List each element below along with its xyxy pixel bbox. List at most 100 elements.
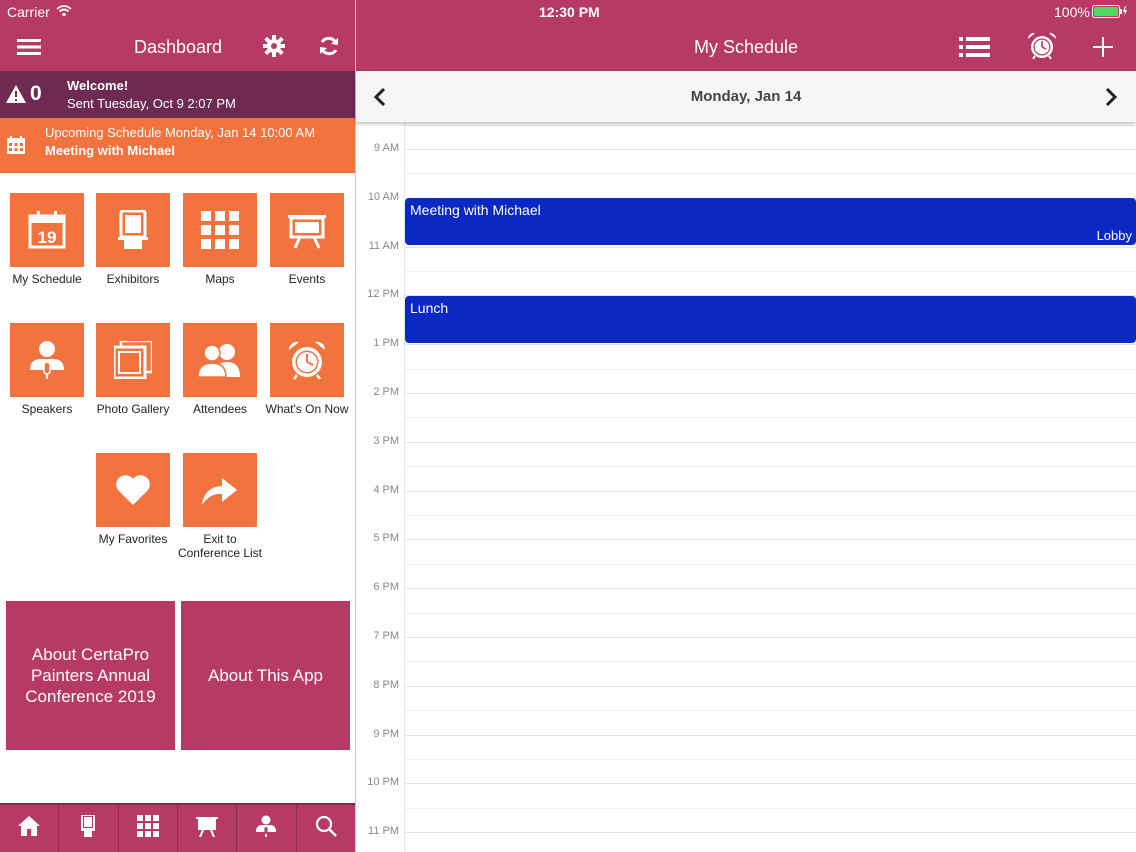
hour-gridline bbox=[404, 588, 1136, 590]
battery-percent: 100% bbox=[1054, 4, 1090, 20]
half-hour-gridline bbox=[404, 661, 1136, 663]
menu-icon[interactable] bbox=[17, 39, 41, 55]
tile-label: What's On Now bbox=[265, 402, 349, 416]
calendar-day-number: 19 bbox=[38, 228, 57, 247]
tile-speakers[interactable]: Speakers bbox=[10, 323, 84, 416]
upcoming-schedule-title: Meeting with Michael bbox=[45, 143, 176, 158]
easel-icon bbox=[196, 815, 219, 842]
hour-label: 8 PM bbox=[373, 678, 399, 691]
half-hour-gridline bbox=[404, 368, 1136, 370]
hour-gridline bbox=[404, 490, 1136, 492]
tile-whats-on-now[interactable]: What's On Now bbox=[266, 323, 348, 416]
hour-label: 4 PM bbox=[373, 483, 399, 496]
alert-count: 0 bbox=[30, 82, 42, 105]
tile-label: My Favorites bbox=[98, 532, 168, 546]
hour-gridline bbox=[404, 344, 1136, 346]
hour-label: 11 AM bbox=[368, 239, 399, 252]
event-title: Lunch bbox=[410, 300, 449, 316]
alarm-clock-icon[interactable] bbox=[1027, 32, 1057, 60]
hour-gridline bbox=[404, 832, 1136, 834]
about-conference-button[interactable]: About CertaPro Painters Annual Conferenc… bbox=[6, 601, 175, 750]
tab-events[interactable] bbox=[176, 805, 236, 852]
event-meeting-with-michael[interactable]: Meeting with Michael Lobby bbox=[405, 198, 1136, 245]
hour-label: 9 AM bbox=[373, 142, 399, 154]
kiosk-icon bbox=[81, 814, 96, 842]
hour-label: 2 PM bbox=[373, 386, 399, 398]
tile-events[interactable]: Events bbox=[270, 193, 344, 286]
welcome-notification[interactable]: 0 Welcome! Sent Tuesday, Oct 9 2:07 PM bbox=[0, 71, 355, 118]
grid-icon bbox=[136, 815, 159, 842]
dashboard-header: Carrier Dashboard bbox=[0, 0, 355, 71]
tile-photo-gallery[interactable]: Photo Gallery bbox=[96, 323, 170, 416]
upcoming-schedule-time: Upcoming Schedule Monday, Jan 14 10:00 A… bbox=[45, 125, 316, 140]
half-hour-gridline bbox=[404, 612, 1136, 614]
dashboard-panel: Carrier Dashboard 0 Welcome! Sent Tuesda… bbox=[0, 0, 355, 852]
tab-search[interactable] bbox=[295, 805, 355, 852]
hour-label: 9 PM bbox=[373, 727, 399, 740]
tab-home[interactable] bbox=[0, 805, 58, 852]
day-calendar-grid[interactable]: 9 AM 10 AM 11 AM 12 PM 1 PM 2 PM 3 PM 4 PM 5 PM 6… bbox=[356, 122, 1136, 852]
tab-exhibitors[interactable] bbox=[58, 805, 117, 852]
tab-speakers[interactable] bbox=[236, 805, 295, 852]
half-hour-gridline bbox=[404, 124, 1136, 126]
hour-label: 1 PM bbox=[373, 337, 399, 350]
wifi-icon bbox=[56, 5, 72, 17]
photos-icon bbox=[96, 323, 170, 397]
dashboard-title: Dashboard bbox=[134, 37, 223, 57]
welcome-subtitle: Sent Tuesday, Oct 9 2:07 PM bbox=[67, 96, 236, 111]
half-hour-gridline bbox=[404, 710, 1136, 712]
list-icon[interactable] bbox=[959, 37, 990, 57]
tile-label: Photo Gallery bbox=[96, 402, 170, 416]
half-hour-gridline bbox=[404, 417, 1136, 419]
half-hour-gridline bbox=[404, 807, 1136, 809]
tile-maps[interactable]: Maps bbox=[183, 193, 257, 286]
chevron-right-icon[interactable] bbox=[1105, 87, 1117, 107]
calendar-icon: 19 bbox=[10, 193, 84, 267]
search-icon bbox=[315, 815, 337, 842]
tile-label: Exit to Conference List bbox=[177, 532, 263, 560]
hour-gridline bbox=[404, 783, 1136, 785]
tile-attendees[interactable]: Attendees bbox=[183, 323, 257, 416]
hour-label: 10 PM bbox=[367, 776, 399, 789]
tile-exhibitors[interactable]: Exhibitors bbox=[96, 193, 170, 286]
half-hour-gridline bbox=[404, 173, 1136, 175]
add-icon[interactable] bbox=[1093, 37, 1113, 57]
hour-label: 10 AM bbox=[367, 190, 399, 203]
status-time: 12:30 PM bbox=[539, 4, 600, 20]
gear-icon[interactable] bbox=[263, 35, 285, 57]
hour-label: 6 PM bbox=[373, 581, 399, 594]
schedule-title: My Schedule bbox=[694, 37, 799, 57]
hour-gridline bbox=[404, 685, 1136, 687]
bottom-tab-bar bbox=[0, 803, 355, 852]
current-day-label: Monday, Jan 14 bbox=[690, 88, 802, 105]
tile-label: Maps bbox=[205, 272, 235, 286]
event-title: Meeting with Michael bbox=[410, 202, 541, 218]
event-lunch[interactable]: Lunch bbox=[405, 296, 1136, 343]
hour-gridline bbox=[404, 734, 1136, 736]
hour-label: 12 PM bbox=[367, 288, 399, 301]
alarm-clock-icon bbox=[270, 323, 344, 397]
home-icon bbox=[18, 816, 41, 841]
battery-icon bbox=[1092, 5, 1128, 18]
tile-my-schedule[interactable]: 19 My Schedule bbox=[10, 193, 84, 286]
welcome-title: Welcome! bbox=[67, 78, 129, 93]
about-app-button[interactable]: About This App bbox=[181, 601, 350, 750]
tile-my-favorites[interactable]: My Favorites bbox=[96, 453, 170, 546]
schedule-panel: 12:30 PM 100% My Schedule Monday, Jan 14… bbox=[356, 0, 1136, 852]
half-hour-gridline bbox=[404, 466, 1136, 468]
heart-icon bbox=[96, 453, 170, 527]
speaker-icon bbox=[255, 815, 277, 842]
alert-icon bbox=[6, 85, 26, 103]
hour-gridline bbox=[404, 539, 1136, 541]
people-icon bbox=[183, 323, 257, 397]
tile-label: My Schedule bbox=[12, 272, 82, 286]
tile-label: Events bbox=[288, 272, 326, 286]
hour-gridline bbox=[404, 393, 1136, 394]
carrier-label: Carrier bbox=[7, 4, 50, 20]
upcoming-schedule-banner[interactable]: Upcoming Schedule Monday, Jan 14 10:00 A… bbox=[0, 118, 355, 173]
tile-exit-conference-list[interactable]: Exit to Conference List bbox=[178, 453, 262, 560]
refresh-icon[interactable] bbox=[318, 35, 340, 57]
tile-label: Exhibitors bbox=[106, 272, 160, 286]
tab-maps[interactable] bbox=[117, 805, 177, 852]
day-navigation-bar: Monday, Jan 14 bbox=[356, 71, 1136, 122]
